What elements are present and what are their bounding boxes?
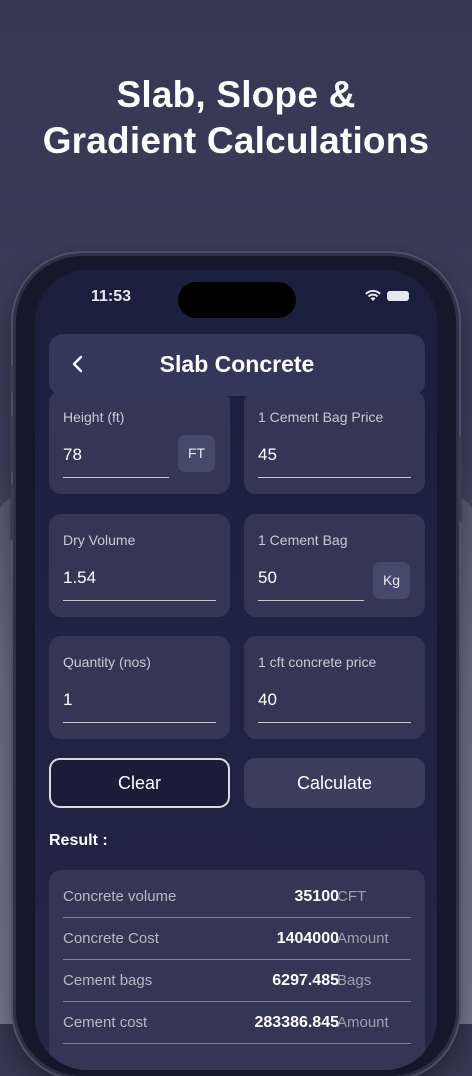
phone-frame: 11:53 Slab Concrete Height (ft) 78 FT 1 …: [10, 256, 462, 1076]
promo-headline: Slab, Slope & Gradient Calculations: [0, 72, 472, 164]
row-divider: [63, 1043, 411, 1044]
input-underline: [258, 722, 411, 723]
headline-line-1: Slab, Slope &: [116, 74, 356, 115]
phone-power-button: [458, 436, 462, 522]
result-unit: Amount: [337, 1014, 389, 1031]
status-time: 11:53: [91, 288, 132, 305]
result-unit: CFT: [337, 888, 367, 905]
status-icons: [365, 290, 409, 302]
unit-button-kg[interactable]: Kg: [373, 562, 410, 599]
phone-volume-down-button: [10, 484, 14, 540]
field-label: Dry Volume: [63, 532, 136, 548]
clear-button[interactable]: Clear: [49, 758, 230, 808]
field-card-quantity: Quantity (nos) 1: [49, 636, 230, 739]
status-bar: 11:53: [35, 270, 437, 326]
calculate-button[interactable]: Calculate: [244, 758, 425, 808]
result-heading: Result :: [49, 832, 108, 849]
result-row: Cement cost 283386.845 Amount: [63, 1002, 411, 1044]
result-panel: Concrete volume 35100 CFT Concrete Cost …: [49, 870, 425, 1070]
phone-volume-up-button: [10, 416, 14, 472]
dynamic-island: [178, 282, 296, 318]
cft-concrete-price-input[interactable]: 40: [258, 690, 277, 710]
result-label: Cement cost: [63, 1014, 148, 1031]
field-card-dry-volume: Dry Volume 1.54: [49, 514, 230, 617]
result-value: 6297.485: [272, 972, 339, 989]
result-value: 35100: [294, 888, 340, 905]
headline-line-2: Gradient Calculations: [42, 120, 430, 161]
wifi-icon: [365, 290, 381, 301]
result-row: Cement bags 6297.485 Bags: [63, 960, 411, 1002]
input-underline: [63, 600, 216, 601]
result-value: 283386.845: [254, 1014, 339, 1031]
result-unit: Bags: [337, 972, 372, 989]
result-label: Concrete volume: [63, 888, 177, 905]
field-label: 1 Cement Bag: [258, 532, 348, 548]
unit-button-ft[interactable]: FT: [178, 435, 215, 472]
result-label: Cement bags: [63, 972, 153, 989]
dry-volume-input[interactable]: 1.54: [63, 568, 96, 588]
battery-icon: [387, 291, 409, 301]
field-label: 1 cft concrete price: [258, 654, 377, 670]
field-card-height: Height (ft) 78 FT: [49, 391, 230, 494]
field-card-cement-bag-price: 1 Cement Bag Price 45: [244, 391, 425, 494]
result-row: Concrete volume 35100 CFT: [63, 876, 411, 918]
quantity-input[interactable]: 1: [63, 690, 72, 710]
cement-bag-input[interactable]: 50: [258, 568, 277, 588]
cement-bag-price-input[interactable]: 45: [258, 445, 277, 465]
input-underline: [63, 477, 169, 478]
height-input[interactable]: 78: [63, 445, 82, 465]
result-label: Concrete Cost: [63, 930, 159, 947]
input-underline: [258, 477, 411, 478]
input-underline: [258, 600, 364, 601]
page-title: Slab Concrete: [159, 351, 315, 377]
app-bar: Slab Concrete: [49, 334, 425, 396]
result-value: 1404000: [276, 930, 339, 947]
result-row: Concrete Cost 1404000 Amount: [63, 918, 411, 960]
field-card-cement-bag: 1 Cement Bag 50 Kg: [244, 514, 425, 617]
phone-silent-switch: [10, 366, 14, 392]
input-underline: [63, 722, 216, 723]
field-label: 1 Cement Bag Price: [258, 409, 384, 425]
field-label: Height (ft): [63, 409, 125, 425]
phone-screen: 11:53 Slab Concrete Height (ft) 78 FT 1 …: [35, 270, 437, 1070]
field-label: Quantity (nos): [63, 654, 151, 670]
result-unit: Amount: [337, 930, 389, 947]
field-card-cft-concrete-price: 1 cft concrete price 40: [244, 636, 425, 739]
